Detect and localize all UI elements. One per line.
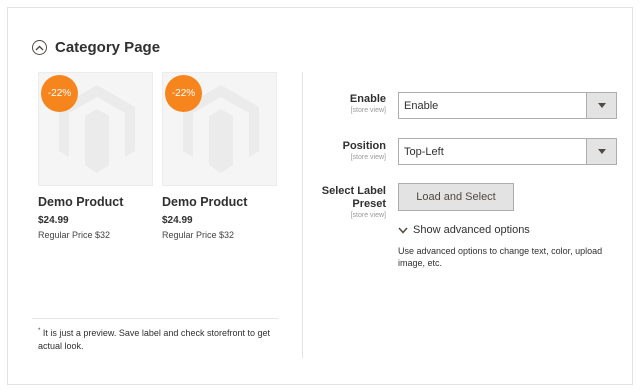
discount-badge: -22%	[41, 75, 78, 112]
preview-note: * It is just a preview. Save label and c…	[38, 325, 278, 353]
preview-product: -22% Demo Product $24.99 Regular Price $…	[162, 72, 277, 240]
advanced-toggle-label: Show advanced options	[413, 224, 530, 236]
position-select[interactable]: Top-Left	[398, 138, 617, 165]
enable-select-value: Enable	[404, 99, 439, 112]
triangle-down-icon[interactable]	[586, 93, 616, 118]
discount-badge: -22%	[165, 75, 202, 112]
preset-label-line2: Preset	[352, 198, 386, 210]
enable-select[interactable]: Enable	[398, 92, 617, 119]
triangle-down-icon[interactable]	[586, 139, 616, 164]
show-advanced-options-toggle[interactable]: Show advanced options	[398, 224, 530, 236]
product-price: $24.99	[162, 215, 193, 226]
regular-price: Regular Price $32	[162, 230, 235, 240]
preset-label: Select Label Preset [store view]	[322, 185, 386, 220]
position-label-text: Position	[342, 140, 386, 152]
enable-label: Enable [store view]	[350, 93, 386, 115]
advanced-options-note: Use advanced options to change text, col…	[398, 246, 603, 268]
preset-label-line1: Select Label	[321, 185, 386, 197]
load-and-select-button[interactable]: Load and Select	[398, 183, 514, 211]
preview-product: -22% Demo Product $24.99 Regular Price $…	[38, 72, 153, 240]
enable-label-text: Enable	[349, 93, 386, 105]
regular-price: Regular Price $32	[38, 230, 111, 240]
position-scope: [store view]	[350, 154, 386, 161]
product-price: $24.99	[38, 215, 69, 226]
product-name: Demo Product	[38, 195, 124, 209]
product-image: -22%	[162, 72, 277, 186]
collapse-icon[interactable]	[32, 40, 47, 55]
section-header[interactable]: Category Page	[32, 39, 160, 56]
note-asterisk: *	[38, 328, 41, 334]
product-name: Demo Product	[162, 195, 248, 209]
note-text: It is just a preview. Save label and che…	[38, 328, 270, 351]
position-select-value: Top-Left	[404, 145, 444, 158]
enable-scope: [store view]	[350, 107, 386, 114]
product-image: -22%	[38, 72, 153, 186]
section-title: Category Page	[55, 39, 161, 56]
column-divider	[302, 72, 303, 358]
preset-scope: [store view]	[350, 212, 386, 219]
note-divider	[32, 318, 278, 319]
position-label: Position [store view]	[343, 140, 386, 162]
chevron-down-icon	[398, 227, 408, 234]
